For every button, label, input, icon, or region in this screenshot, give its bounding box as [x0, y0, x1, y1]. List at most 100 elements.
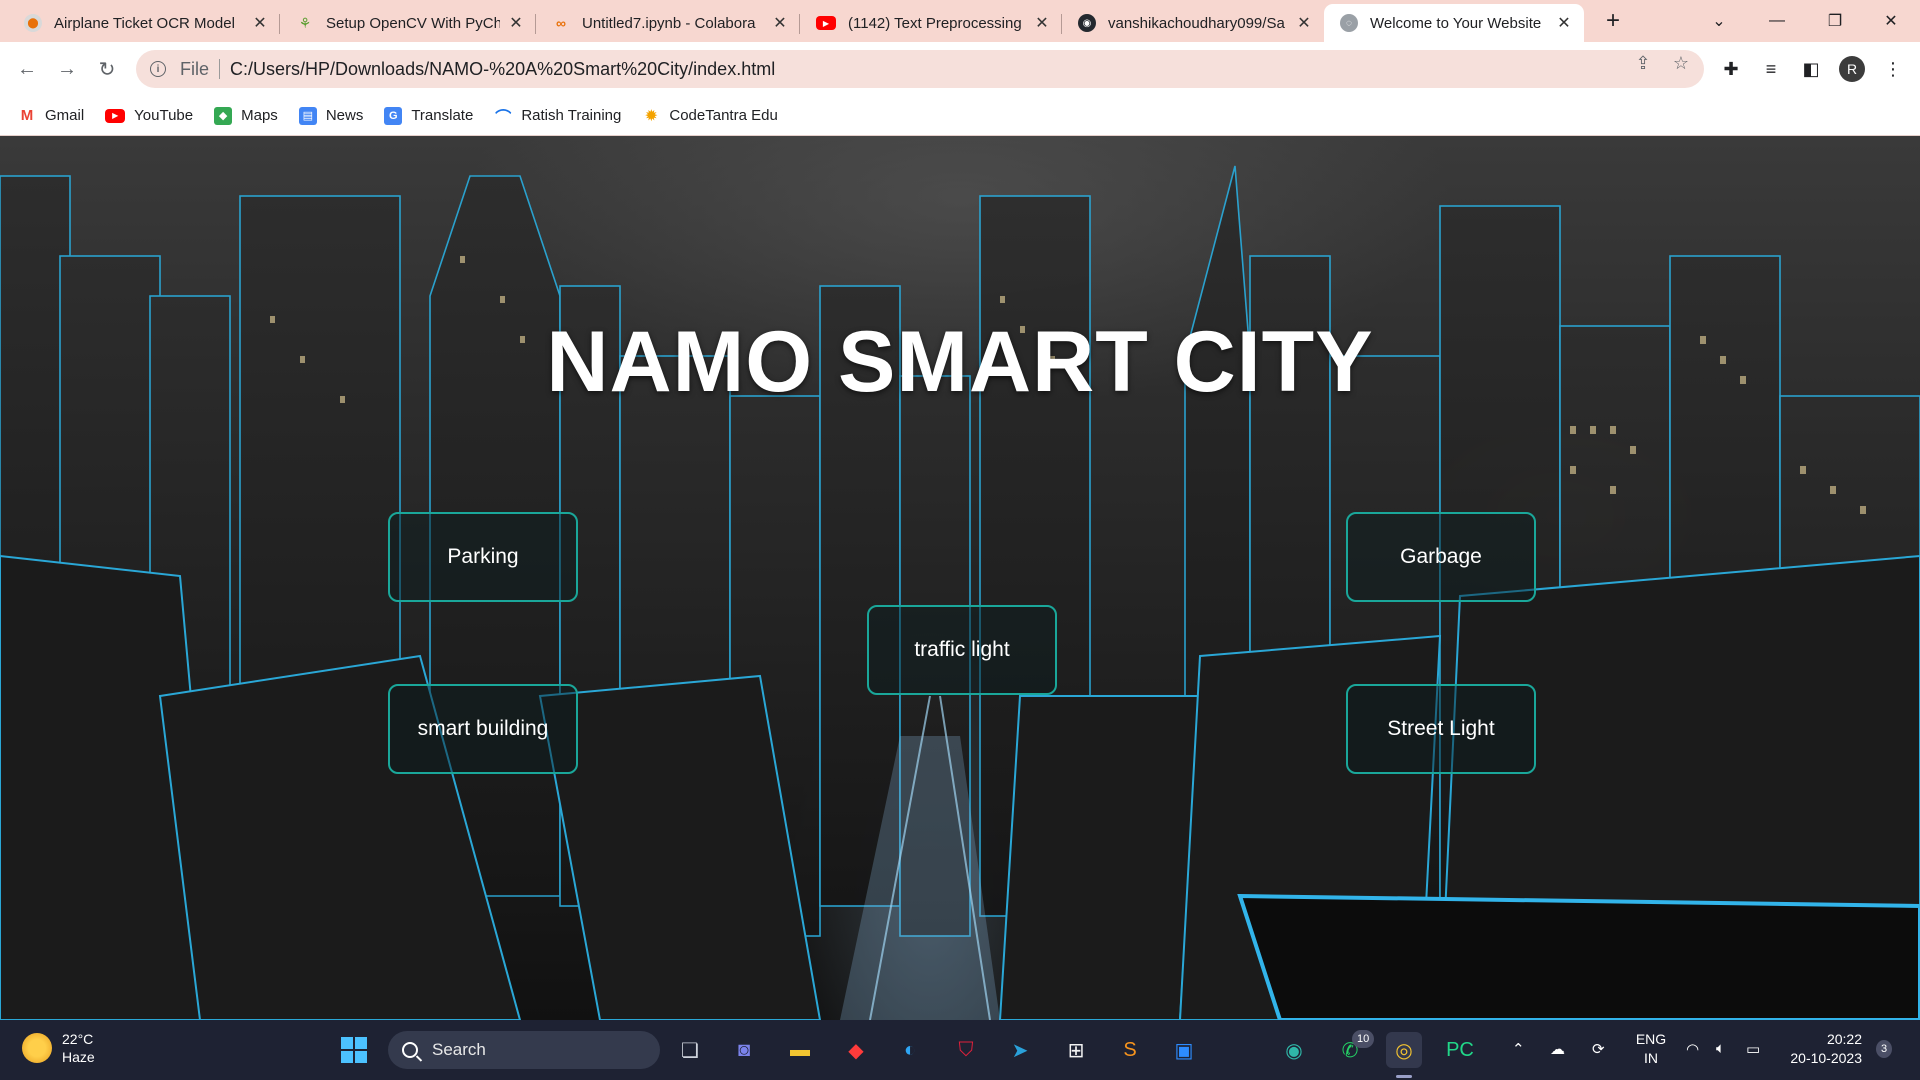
smart-building-button[interactable]: smart building [388, 684, 578, 774]
volume-icon[interactable]: 🔈︎ [1716, 1040, 1725, 1057]
share-icon[interactable]: ⇪ [1630, 50, 1656, 76]
bookmark-news[interactable]: ▤ News [298, 106, 363, 125]
address-bar[interactable]: i File C:/Users/HP/Downloads/NAMO-%20A%2… [136, 50, 1704, 88]
bookmark-gmail[interactable]: M Gmail [18, 106, 85, 125]
garbage-button[interactable]: Garbage [1346, 512, 1536, 602]
traffic-light-button[interactable]: traffic light [867, 605, 1057, 695]
clock-time: 20:22 [1826, 1031, 1862, 1047]
more-menu-icon[interactable]: ⋮ [1880, 56, 1906, 82]
browser-tab[interactable]: ▶ (1142) Text Preprocessing | ✕ [800, 4, 1062, 42]
zoom-icon[interactable]: ▣ [1166, 1032, 1202, 1068]
bookmark-label: YouTube [134, 107, 194, 124]
browser-tab[interactable]: ◉ vanshikachoudhary099/Sa ✕ [1062, 4, 1324, 42]
colab-icon: ⬤ [24, 14, 42, 32]
browser-tab[interactable]: ⚘ Setup OpenCV With PyCha ✕ [280, 4, 536, 42]
extensions-icon[interactable]: ✚ [1718, 56, 1744, 82]
weather-temp: 22°C [62, 1031, 94, 1047]
street-light-button[interactable]: Street Light [1346, 684, 1536, 774]
bookmark-youtube[interactable]: ▶ YouTube [105, 107, 193, 124]
profile-initial: R [1846, 61, 1858, 77]
tab-title: (1142) Text Preprocessing | [848, 14, 1026, 32]
url-text[interactable]: C:/Users/HP/Downloads/NAMO-%20A%20Smart%… [230, 59, 775, 80]
weather-widget[interactable]: 22°C Haze [22, 1030, 95, 1066]
region-code: IN [1644, 1050, 1658, 1066]
bookmark-codetantra[interactable]: ✹ CodeTantra Edu [642, 107, 778, 125]
plus-icon: + [1605, 7, 1620, 34]
taskbar-search[interactable]: Search [388, 1031, 660, 1069]
browser-tab[interactable]: ⬤ Airplane Ticket OCR Model ✕ [8, 4, 280, 42]
clock-date: 20-10-2023 [1790, 1050, 1862, 1066]
file-explorer-icon[interactable]: ▬ [782, 1032, 818, 1068]
news-icon: ▤ [298, 106, 317, 125]
chrome-icon[interactable]: ◎ [1386, 1032, 1422, 1068]
mcafee-icon[interactable]: ⛉ [948, 1032, 984, 1068]
parking-button[interactable]: Parking [388, 512, 578, 602]
info-icon[interactable]: i [150, 61, 166, 77]
tab-title: Setup OpenCV With PyCha [326, 14, 500, 32]
tab-search-button[interactable]: ⌄ [1690, 0, 1748, 42]
codetantra-icon: ✹ [644, 107, 659, 125]
anydesk-icon[interactable]: ◆ [838, 1032, 874, 1068]
bookmark-ratish-training[interactable]: ⌒ Ratish Training [494, 107, 621, 127]
opencv-icon: ⚘ [298, 14, 312, 31]
scheme-label: File [180, 58, 210, 79]
microsoft-store-icon[interactable]: ⊞ [1058, 1032, 1094, 1068]
close-icon[interactable]: ✕ [506, 13, 526, 33]
youtube-icon: ▶ [816, 16, 836, 30]
edge-beta-icon[interactable]: ◐ [892, 1032, 928, 1068]
close-icon[interactable]: ✕ [1294, 13, 1314, 33]
tab-strip: ⬤ Airplane Ticket OCR Model ✕ ⚘ Setup Op… [0, 0, 1920, 42]
window-close-button[interactable]: ✕ [1862, 0, 1920, 42]
whatsapp-badge: 10 [1352, 1030, 1375, 1048]
tab-title: vanshikachoudhary099/Sa [1108, 14, 1285, 32]
edge-icon[interactable]: ◉ [1276, 1032, 1312, 1068]
bookmark-label: Gmail [45, 107, 85, 124]
bookmark-label: CodeTantra Edu [669, 107, 778, 124]
close-icon[interactable]: ✕ [1032, 13, 1052, 33]
bookmarks-bar: M Gmail ▶ YouTube ◆ Maps ▤ News G Transl… [0, 96, 1920, 136]
reload-button[interactable]: ↻ [92, 54, 122, 84]
new-tab-button[interactable]: + [1598, 6, 1628, 36]
reading-list-icon[interactable]: ≡ [1758, 56, 1784, 82]
weather-icon [22, 1033, 52, 1063]
language-indicator[interactable]: ENG IN [1634, 1030, 1668, 1068]
onedrive-icon[interactable]: ☁ [1550, 1040, 1565, 1058]
arrow-left-icon: ← [17, 57, 37, 80]
city-background-image [0, 165, 1920, 1020]
back-button[interactable]: ← [12, 54, 42, 84]
bookmark-maps[interactable]: ◆ Maps [214, 106, 278, 125]
side-panel-icon[interactable]: ◧ [1798, 56, 1824, 82]
pycharm-icon[interactable]: PC [1442, 1032, 1478, 1068]
sync-icon[interactable]: ⟳ [1592, 1040, 1605, 1058]
profile-avatar[interactable]: R [1839, 56, 1865, 82]
notification-badge[interactable]: 3 [1876, 1040, 1893, 1058]
close-icon[interactable]: ✕ [250, 13, 270, 33]
star-icon[interactable]: ☆ [1668, 50, 1694, 76]
wifi-icon[interactable]: ◠ [1686, 1040, 1699, 1058]
bookmark-translate[interactable]: G Translate [384, 106, 473, 125]
minimize-button[interactable]: — [1748, 0, 1806, 42]
youtube-icon: ▶ [105, 108, 126, 123]
tab-title: Airplane Ticket OCR Model [54, 14, 235, 32]
browser-tab-active[interactable]: ◌ Welcome to Your Website ✕ [1324, 4, 1584, 42]
close-icon[interactable]: ✕ [770, 13, 790, 33]
windows-icon [341, 1037, 367, 1063]
task-view-icon[interactable]: ❏ [672, 1032, 708, 1068]
battery-icon[interactable]: ▭ [1746, 1040, 1760, 1058]
forward-button[interactable]: → [52, 54, 82, 84]
divider [219, 59, 221, 79]
chevron-up-icon[interactable]: ⌃ [1512, 1040, 1525, 1058]
minimize-icon: — [1769, 12, 1785, 29]
system-clock[interactable]: 20:22 20-10-2023 [1782, 1030, 1862, 1068]
restore-button[interactable]: ❐ [1806, 0, 1864, 42]
start-button[interactable] [336, 1032, 372, 1068]
teams-chat-icon[interactable]: ◙ [726, 1032, 762, 1068]
telegram-icon[interactable]: ➤ [1002, 1032, 1038, 1068]
colab-icon: ∞ [556, 15, 566, 31]
close-icon[interactable]: ✕ [1554, 13, 1574, 33]
weather-desc: Haze [62, 1049, 95, 1065]
search-icon [402, 1042, 418, 1058]
sublime-text-icon[interactable]: S [1112, 1032, 1148, 1068]
page-title: NAMO SMART CITY [546, 314, 1374, 410]
browser-tab[interactable]: ∞ Untitled7.ipynb - Colabora ✕ [536, 4, 800, 42]
